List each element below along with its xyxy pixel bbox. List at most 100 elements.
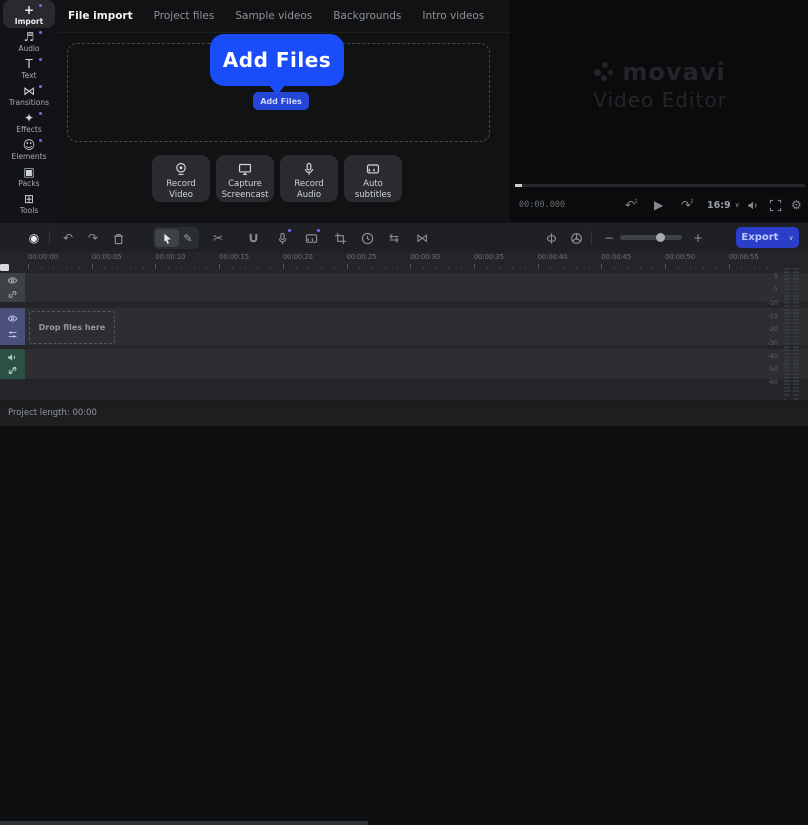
preview-seekbar[interactable]: [515, 184, 805, 187]
ruler-minor-tick: [257, 267, 259, 269]
ruler-major-tick: [91, 264, 93, 269]
ruler-minor-tick: [448, 267, 450, 269]
project-length-label: Project length: 00:00: [8, 408, 97, 418]
fullscreen-button[interactable]: [769, 196, 782, 214]
drop-files-here-zone[interactable]: Drop files here: [29, 311, 115, 344]
ruler-minor-tick: [766, 267, 768, 269]
sidebar-item-import[interactable]: + Import: [0, 0, 58, 28]
ruler-minor-tick: [359, 267, 361, 269]
tab-file-import[interactable]: File import: [68, 10, 133, 22]
tab-sample-videos[interactable]: Sample videos: [235, 10, 312, 22]
link-off-icon[interactable]: [7, 365, 18, 376]
link-icon[interactable]: [7, 289, 18, 300]
ruler-minor-tick: [168, 267, 170, 269]
track-controls-icon[interactable]: [7, 329, 18, 340]
voiceover-button[interactable]: [274, 223, 291, 253]
color-wheel-button[interactable]: [568, 223, 584, 253]
tab-backgrounds[interactable]: Backgrounds: [333, 10, 401, 22]
meter-db-label: -20: [767, 325, 778, 334]
split-button[interactable]: ✂: [210, 223, 226, 253]
action-card-label: Record Audio: [294, 178, 324, 200]
play-button[interactable]: ▶: [654, 196, 663, 214]
subtitles-button[interactable]: [303, 223, 320, 253]
preview-timecode: 00:00.000: [519, 200, 566, 210]
sidebar-item-label: Text: [21, 70, 37, 80]
timeline-zoom-slider[interactable]: [620, 233, 682, 242]
horizontal-scrollbar[interactable]: [0, 821, 368, 825]
undo-button[interactable]: ↶: [60, 223, 76, 253]
clip-speed-button[interactable]: [359, 223, 375, 253]
ruler-minor-tick: [231, 267, 233, 269]
record-video-button[interactable]: Record Video: [152, 155, 210, 202]
sidebar-item-transitions[interactable]: ⋈ Transitions: [0, 83, 58, 108]
ruler-minor-tick: [308, 267, 310, 269]
record-icon: ◉: [28, 231, 40, 245]
aspect-ratio-dropdown[interactable]: 16:9 ∨: [707, 196, 740, 214]
capture-screencast-button[interactable]: Capture Screencast: [216, 155, 274, 202]
meter-db-label: -40: [767, 351, 778, 360]
crop-button[interactable]: [332, 223, 348, 253]
tools-icon: ⊞: [23, 191, 35, 206]
select-tool-button[interactable]: [155, 229, 179, 247]
export-button[interactable]: Export ∨: [736, 227, 799, 248]
record-audio-button[interactable]: Record Audio: [280, 155, 338, 202]
sidebar-item-packs[interactable]: ▣ Packs: [0, 164, 58, 189]
magnet-button[interactable]: [245, 223, 261, 253]
playhead-handle[interactable]: [0, 264, 9, 271]
preview-settings-button[interactable]: ⚙: [791, 196, 802, 214]
ruler-minor-tick: [371, 267, 373, 269]
ruler-minor-tick: [78, 267, 80, 269]
ruler-major-tick: [665, 264, 666, 269]
sidebar-item-tools[interactable]: ⊞ Tools: [0, 191, 58, 216]
video-track-row[interactable]: [0, 308, 808, 345]
volume-button[interactable]: [747, 196, 760, 214]
audio-mixer-button[interactable]: [543, 223, 559, 253]
movavi-video-editor-window: { "colors": { "accent_blue": "#1b4cfa", …: [0, 0, 808, 825]
redo-button[interactable]: ↷: [85, 223, 101, 253]
sidebar-item-effects[interactable]: ✦ Effects: [0, 110, 58, 135]
marker-tool-button[interactable]: ✎: [179, 232, 197, 245]
timeline-ruler[interactable]: 00:00:00 00:00:05 00:00:10 00:00:15 00:00:20…: [0, 252, 808, 270]
edit-tools-group: ✎: [153, 227, 199, 249]
title-track-row[interactable]: [0, 273, 808, 302]
chevron-down-icon: ∨: [734, 201, 740, 209]
ruler-minor-tick: [53, 267, 55, 269]
notification-dot: [317, 229, 320, 232]
transition-wizard-button[interactable]: ⋈: [414, 223, 430, 253]
gear-icon: ⚙: [791, 198, 802, 212]
notification-dot: [39, 58, 42, 61]
next-frame-button[interactable]: ↷ 1: [681, 196, 694, 214]
sidebar-item-label: Effects: [16, 124, 42, 134]
color-adjustments-button[interactable]: ⇆: [386, 223, 402, 253]
zoom-in-button[interactable]: +: [690, 223, 706, 253]
auto-subtitles-button[interactable]: Auto subtitles: [344, 155, 402, 202]
magnet-icon: [249, 233, 257, 242]
zoom-slider-thumb[interactable]: [656, 233, 665, 242]
frame-step-label: 1: [690, 199, 694, 205]
sidebar-item-elements[interactable]: ☺ Elements: [0, 137, 58, 162]
delete-button[interactable]: [110, 223, 126, 253]
previous-frame-button[interactable]: ↶ 1: [625, 196, 638, 214]
audio-track-row[interactable]: [0, 349, 808, 379]
tab-project-files[interactable]: Project files: [154, 10, 215, 22]
zoom-out-button[interactable]: −: [601, 223, 617, 253]
ruler-minor-tick: [40, 267, 42, 269]
eye-icon[interactable]: [7, 275, 18, 286]
sidebar-item-audio[interactable]: ♬ Audio: [0, 29, 58, 54]
tab-intro-videos[interactable]: Intro videos: [422, 10, 484, 22]
record-button[interactable]: ◉: [26, 223, 42, 253]
tabs-divider: [58, 32, 510, 33]
crop-icon: [334, 232, 346, 244]
speaker-icon[interactable]: [7, 352, 18, 363]
meter-db-label: -5: [771, 285, 778, 294]
text-icon: T: [25, 56, 33, 71]
drop-files-label: Drop files here: [38, 323, 106, 332]
subtitles-icon: [366, 164, 380, 174]
sidebar-item-text[interactable]: T Text: [0, 56, 58, 81]
title-track-header: [0, 273, 25, 302]
plus-icon: +: [692, 231, 704, 245]
transitions-icon: ⋈: [416, 231, 428, 245]
ruler-major-tick: [410, 264, 412, 269]
ruler-minor-tick: [422, 267, 424, 269]
eye-icon[interactable]: [7, 313, 18, 324]
